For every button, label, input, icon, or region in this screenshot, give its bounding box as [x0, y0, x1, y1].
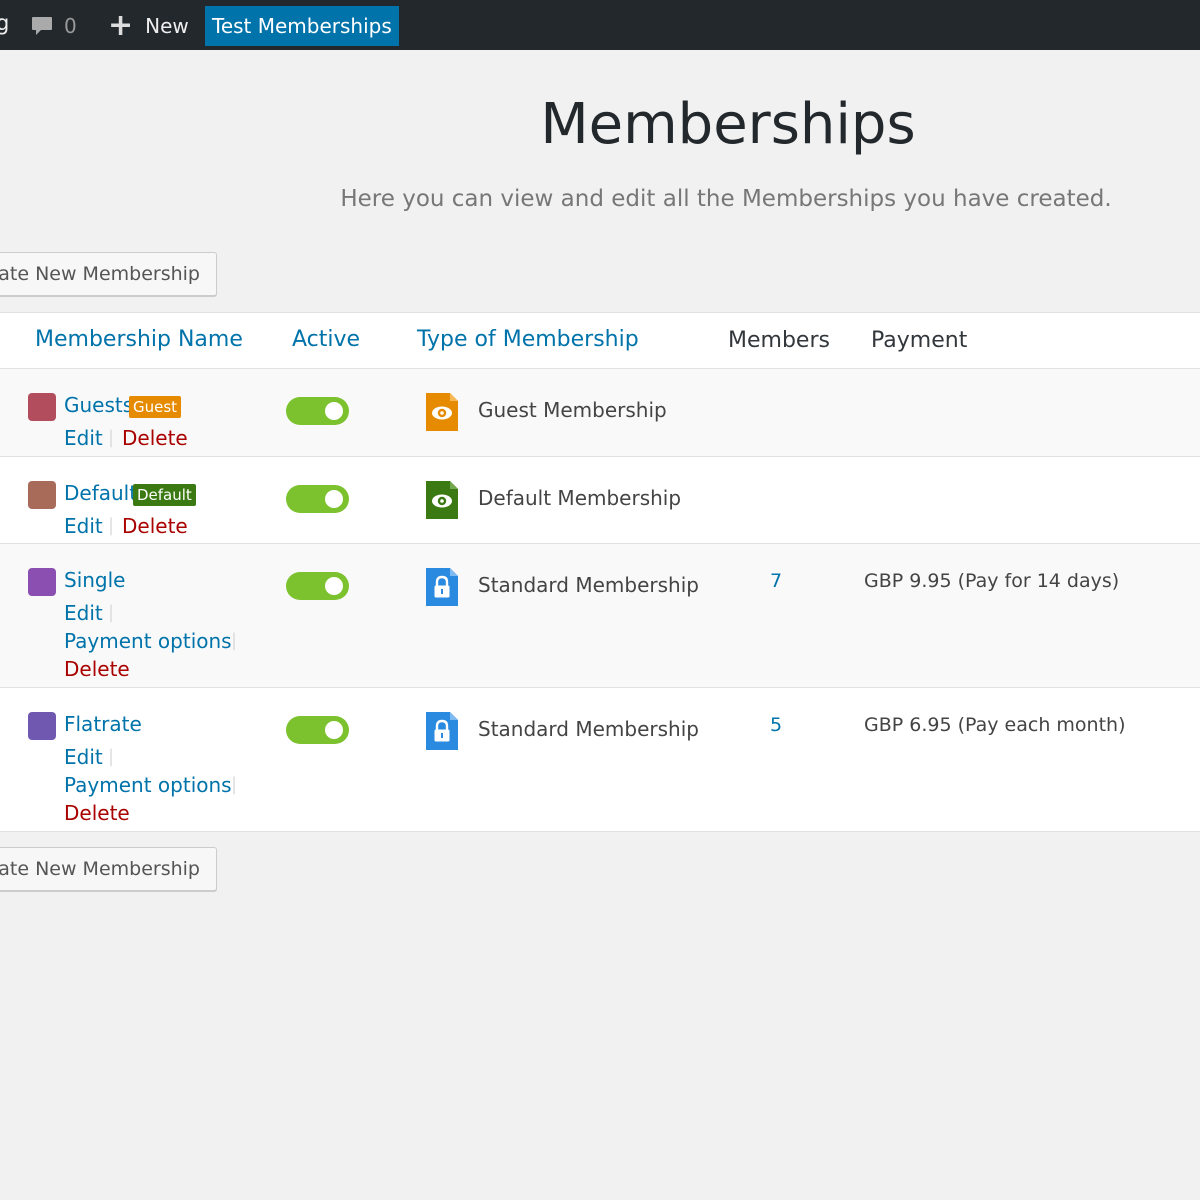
memberships-table: Membership Name Active Type of Membershi…: [0, 312, 1200, 832]
plus-icon: +: [108, 8, 134, 43]
column-header-members: Members: [728, 328, 830, 353]
active-toggle[interactable]: [286, 397, 349, 425]
membership-color-swatch: [28, 568, 56, 596]
new-label: New: [145, 14, 189, 38]
membership-name-link[interactable]: Flatrate: [64, 712, 142, 736]
comments-count: 0: [64, 14, 77, 38]
edit-link[interactable]: Edit: [64, 745, 103, 769]
delete-link[interactable]: Delete: [122, 426, 188, 450]
action-separator: |: [108, 746, 115, 767]
edit-link[interactable]: Edit: [64, 601, 103, 625]
page-description: Here you can view and edit all the Membe…: [340, 186, 1112, 212]
active-toggle[interactable]: [286, 572, 349, 600]
membership-color-swatch: [28, 712, 56, 740]
site-name-fragment[interactable]: g: [0, 11, 9, 35]
members-count-link[interactable]: 5: [770, 714, 782, 736]
table-row: Guests Guest Edit | Delete Guest Members…: [0, 369, 1200, 456]
lock-icon: [426, 712, 458, 750]
create-membership-button[interactable]: ate New Membership: [0, 252, 217, 296]
payment-info: GBP 6.95 (Pay each month): [864, 714, 1126, 736]
table-row: Flatrate Edit | Payment options | Delete…: [0, 687, 1200, 831]
comments-menu[interactable]: 0: [30, 12, 77, 40]
action-separator: |: [108, 427, 115, 448]
lock-icon: [426, 568, 458, 606]
toggle-knob: [325, 721, 343, 739]
toggle-knob: [325, 490, 343, 508]
membership-name-link[interactable]: Default: [64, 481, 137, 505]
default-badge: Default: [133, 484, 196, 506]
column-header-name[interactable]: Membership Name: [35, 327, 243, 352]
column-header-type[interactable]: Type of Membership: [417, 327, 639, 352]
membership-type-label: Standard Membership: [478, 717, 699, 741]
create-membership-button-bottom[interactable]: ate New Membership: [0, 847, 217, 891]
active-toggle[interactable]: [286, 716, 349, 744]
comment-bubble-icon: [32, 17, 52, 35]
site-menu-active[interactable]: Test Memberships: [205, 6, 399, 46]
active-toggle[interactable]: [286, 485, 349, 513]
toggle-knob: [325, 577, 343, 595]
action-separator: |: [231, 630, 238, 651]
delete-link[interactable]: Delete: [122, 514, 188, 538]
payment-options-link[interactable]: Payment options: [64, 773, 232, 797]
table-row: Default Default Edit | Delete Default Me…: [0, 456, 1200, 543]
members-count-link[interactable]: 7: [770, 570, 782, 592]
membership-name-link[interactable]: Single: [64, 568, 125, 592]
guest-badge: Guest: [129, 396, 182, 418]
payment-info: GBP 9.95 (Pay for 14 days): [864, 570, 1120, 592]
table-row: Single Edit | Payment options | Delete S…: [0, 543, 1200, 687]
toggle-knob: [325, 402, 343, 420]
table-header: Membership Name Active Type of Membershi…: [0, 313, 1200, 369]
new-content-menu[interactable]: + New: [108, 8, 189, 43]
membership-type-label: Standard Membership: [478, 573, 699, 597]
eye-icon: [426, 481, 458, 519]
membership-name-link[interactable]: Guests: [64, 393, 133, 417]
membership-type-label: Default Membership: [478, 486, 682, 510]
membership-color-swatch: [28, 481, 56, 509]
eye-icon: [426, 393, 458, 431]
membership-color-swatch: [28, 393, 56, 421]
action-separator: |: [108, 602, 115, 623]
edit-link[interactable]: Edit: [64, 514, 103, 538]
column-header-payment: Payment: [871, 328, 968, 353]
action-separator: |: [108, 515, 115, 536]
delete-link[interactable]: Delete: [64, 801, 130, 825]
membership-type-label: Guest Membership: [478, 398, 667, 422]
delete-link[interactable]: Delete: [64, 657, 130, 681]
payment-options-link[interactable]: Payment options: [64, 629, 232, 653]
column-header-active[interactable]: Active: [292, 327, 360, 352]
edit-link[interactable]: Edit: [64, 426, 103, 450]
action-separator: |: [231, 774, 238, 795]
page-title: Memberships: [540, 92, 916, 157]
admin-bar: g 0 + New Test Memberships: [0, 0, 1200, 50]
